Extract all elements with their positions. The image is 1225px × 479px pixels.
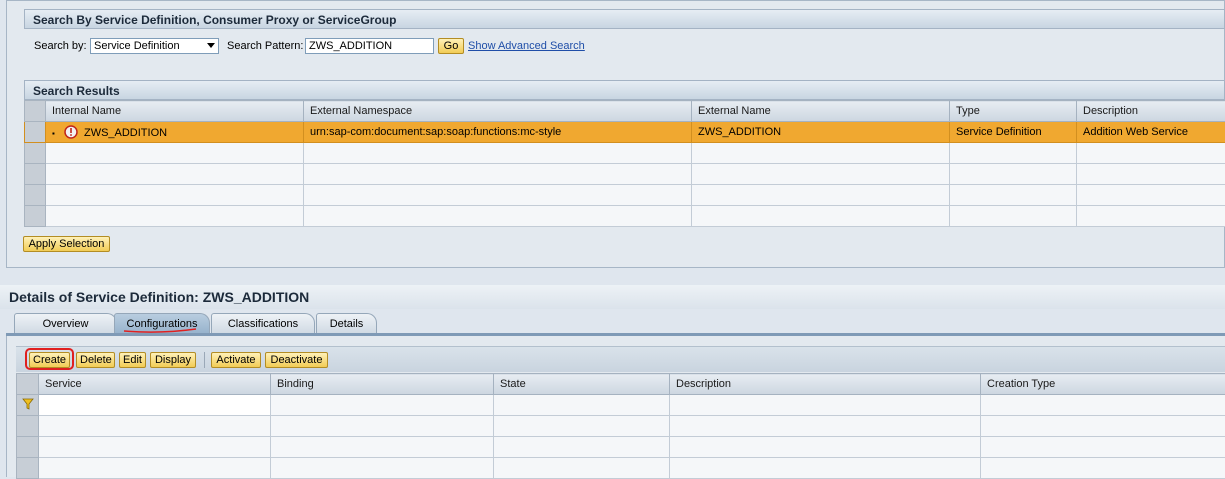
table-row[interactable]: [17, 416, 1225, 437]
row-selector[interactable]: [17, 416, 39, 437]
delete-button[interactable]: Delete: [76, 352, 115, 368]
filter-row[interactable]: [17, 395, 1225, 416]
row-selector[interactable]: [17, 458, 39, 479]
column-header-service[interactable]: Service: [39, 374, 271, 395]
show-advanced-search-link[interactable]: Show Advanced Search: [468, 40, 585, 52]
row-selector[interactable]: [25, 206, 46, 227]
go-button[interactable]: Go: [438, 38, 464, 54]
service-filter-input[interactable]: [39, 395, 271, 416]
filter-icon[interactable]: [22, 398, 34, 410]
column-header-description[interactable]: Description: [1077, 101, 1225, 122]
apply-selection-button[interactable]: Apply Selection: [23, 236, 110, 252]
table-row[interactable]: [17, 437, 1225, 458]
table-row[interactable]: ▪ ZWS_ADDITION urn:sap-com:document:sap:…: [25, 122, 1225, 143]
tab-overview[interactable]: Overview: [14, 313, 117, 334]
row-selector[interactable]: [17, 437, 39, 458]
search-by-value: Service Definition: [94, 40, 180, 52]
column-header-external-namespace[interactable]: External Namespace: [304, 101, 692, 122]
red-highlight-annotation: [25, 348, 74, 370]
tab-classifications[interactable]: Classifications: [211, 313, 315, 334]
description-cell[interactable]: Addition Web Service: [1077, 122, 1225, 143]
bullet-icon: ▪: [52, 129, 55, 138]
details-title: Details of Service Definition: ZWS_ADDIT…: [0, 285, 1225, 309]
error-icon: [64, 125, 78, 139]
search-pattern-input[interactable]: ZWS_ADDITION: [305, 38, 434, 54]
table-row[interactable]: [25, 206, 1225, 227]
row-selector[interactable]: [25, 185, 46, 206]
column-header-state[interactable]: State: [494, 374, 670, 395]
tab-details[interactable]: Details: [316, 313, 377, 334]
column-header-external-name[interactable]: External Name: [692, 101, 950, 122]
state-filter-cell[interactable]: [494, 395, 670, 416]
display-button[interactable]: Display: [150, 352, 196, 368]
type-cell[interactable]: Service Definition: [950, 122, 1077, 143]
row-selector-header[interactable]: [25, 101, 46, 122]
binding-filter-cell[interactable]: [271, 395, 494, 416]
search-pattern-label: Search Pattern:: [227, 40, 303, 52]
edit-button[interactable]: Edit: [119, 352, 146, 368]
internal-name: ZWS_ADDITION: [84, 127, 167, 139]
search-results-table: Internal Name External Namespace Externa…: [24, 100, 1225, 227]
table-row[interactable]: [25, 164, 1225, 185]
internal-name-cell[interactable]: ▪ ZWS_ADDITION: [46, 122, 304, 143]
row-selector[interactable]: [25, 164, 46, 185]
filter-toggle[interactable]: [17, 395, 39, 416]
creation-type-filter-cell[interactable]: [981, 395, 1225, 416]
configurations-table: Service Binding State Description Creati…: [16, 373, 1225, 479]
chevron-down-icon[interactable]: [207, 43, 215, 48]
toolbar-separator: [204, 352, 205, 368]
column-header-type[interactable]: Type: [950, 101, 1077, 122]
table-row[interactable]: [25, 143, 1225, 164]
row-selector-header[interactable]: [17, 374, 39, 395]
details-toolbar: [16, 346, 1225, 372]
column-header-creation-type[interactable]: Creation Type: [981, 374, 1225, 395]
description-filter-cell[interactable]: [670, 395, 981, 416]
external-name-cell[interactable]: ZWS_ADDITION: [692, 122, 950, 143]
activate-button[interactable]: Activate: [211, 352, 261, 368]
row-selector[interactable]: [25, 143, 46, 164]
table-row[interactable]: [25, 185, 1225, 206]
column-header-binding[interactable]: Binding: [271, 374, 494, 395]
search-panel-header: Search By Service Definition, Consumer P…: [24, 9, 1225, 29]
column-header-internal-name[interactable]: Internal Name: [46, 101, 304, 122]
external-namespace-cell[interactable]: urn:sap-com:document:sap:soap:functions:…: [304, 122, 692, 143]
deactivate-button[interactable]: Deactivate: [265, 352, 328, 368]
row-selector[interactable]: [25, 122, 46, 143]
search-by-label: Search by:: [34, 40, 87, 52]
search-results-header: Search Results: [24, 80, 1225, 100]
column-header-description[interactable]: Description: [670, 374, 981, 395]
search-by-select[interactable]: Service Definition: [90, 38, 219, 54]
table-row[interactable]: [17, 458, 1225, 479]
